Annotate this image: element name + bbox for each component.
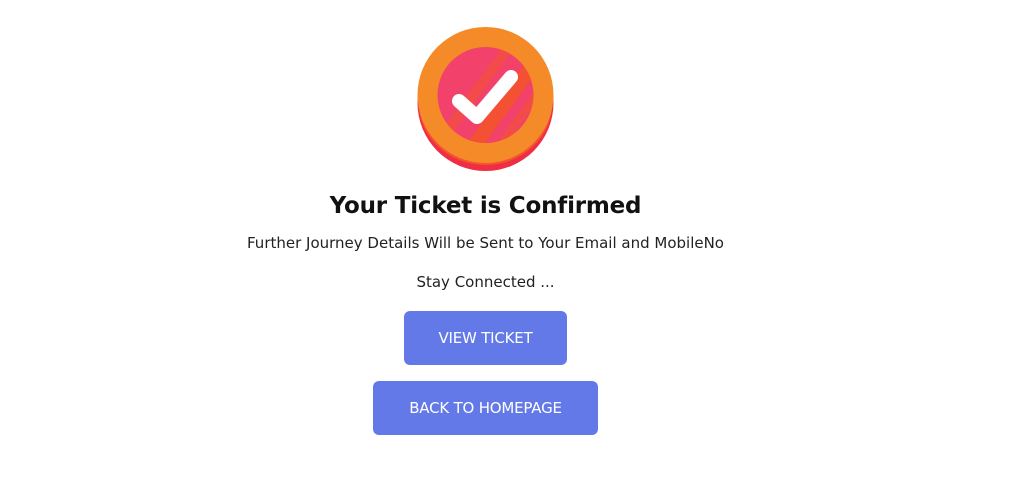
view-ticket-button[interactable]: VIEW TICKET	[404, 311, 567, 365]
check-badge-icon	[417, 27, 554, 171]
journey-details-message: Further Journey Details Will be Sent to …	[247, 234, 724, 252]
page-title: Your Ticket is Confirmed	[329, 193, 642, 219]
view-ticket-button-label: VIEW TICKET	[438, 329, 533, 347]
confirmation-panel: Your Ticket is Confirmed Further Journey…	[0, 0, 971, 435]
back-to-homepage-button-label: BACK TO HOMEPAGE	[409, 399, 562, 417]
back-to-homepage-button[interactable]: BACK TO HOMEPAGE	[373, 381, 598, 435]
confirmation-page: Your Ticket is Confirmed Further Journey…	[0, 0, 1019, 479]
stay-connected-text: Stay Connected ...	[416, 273, 555, 291]
